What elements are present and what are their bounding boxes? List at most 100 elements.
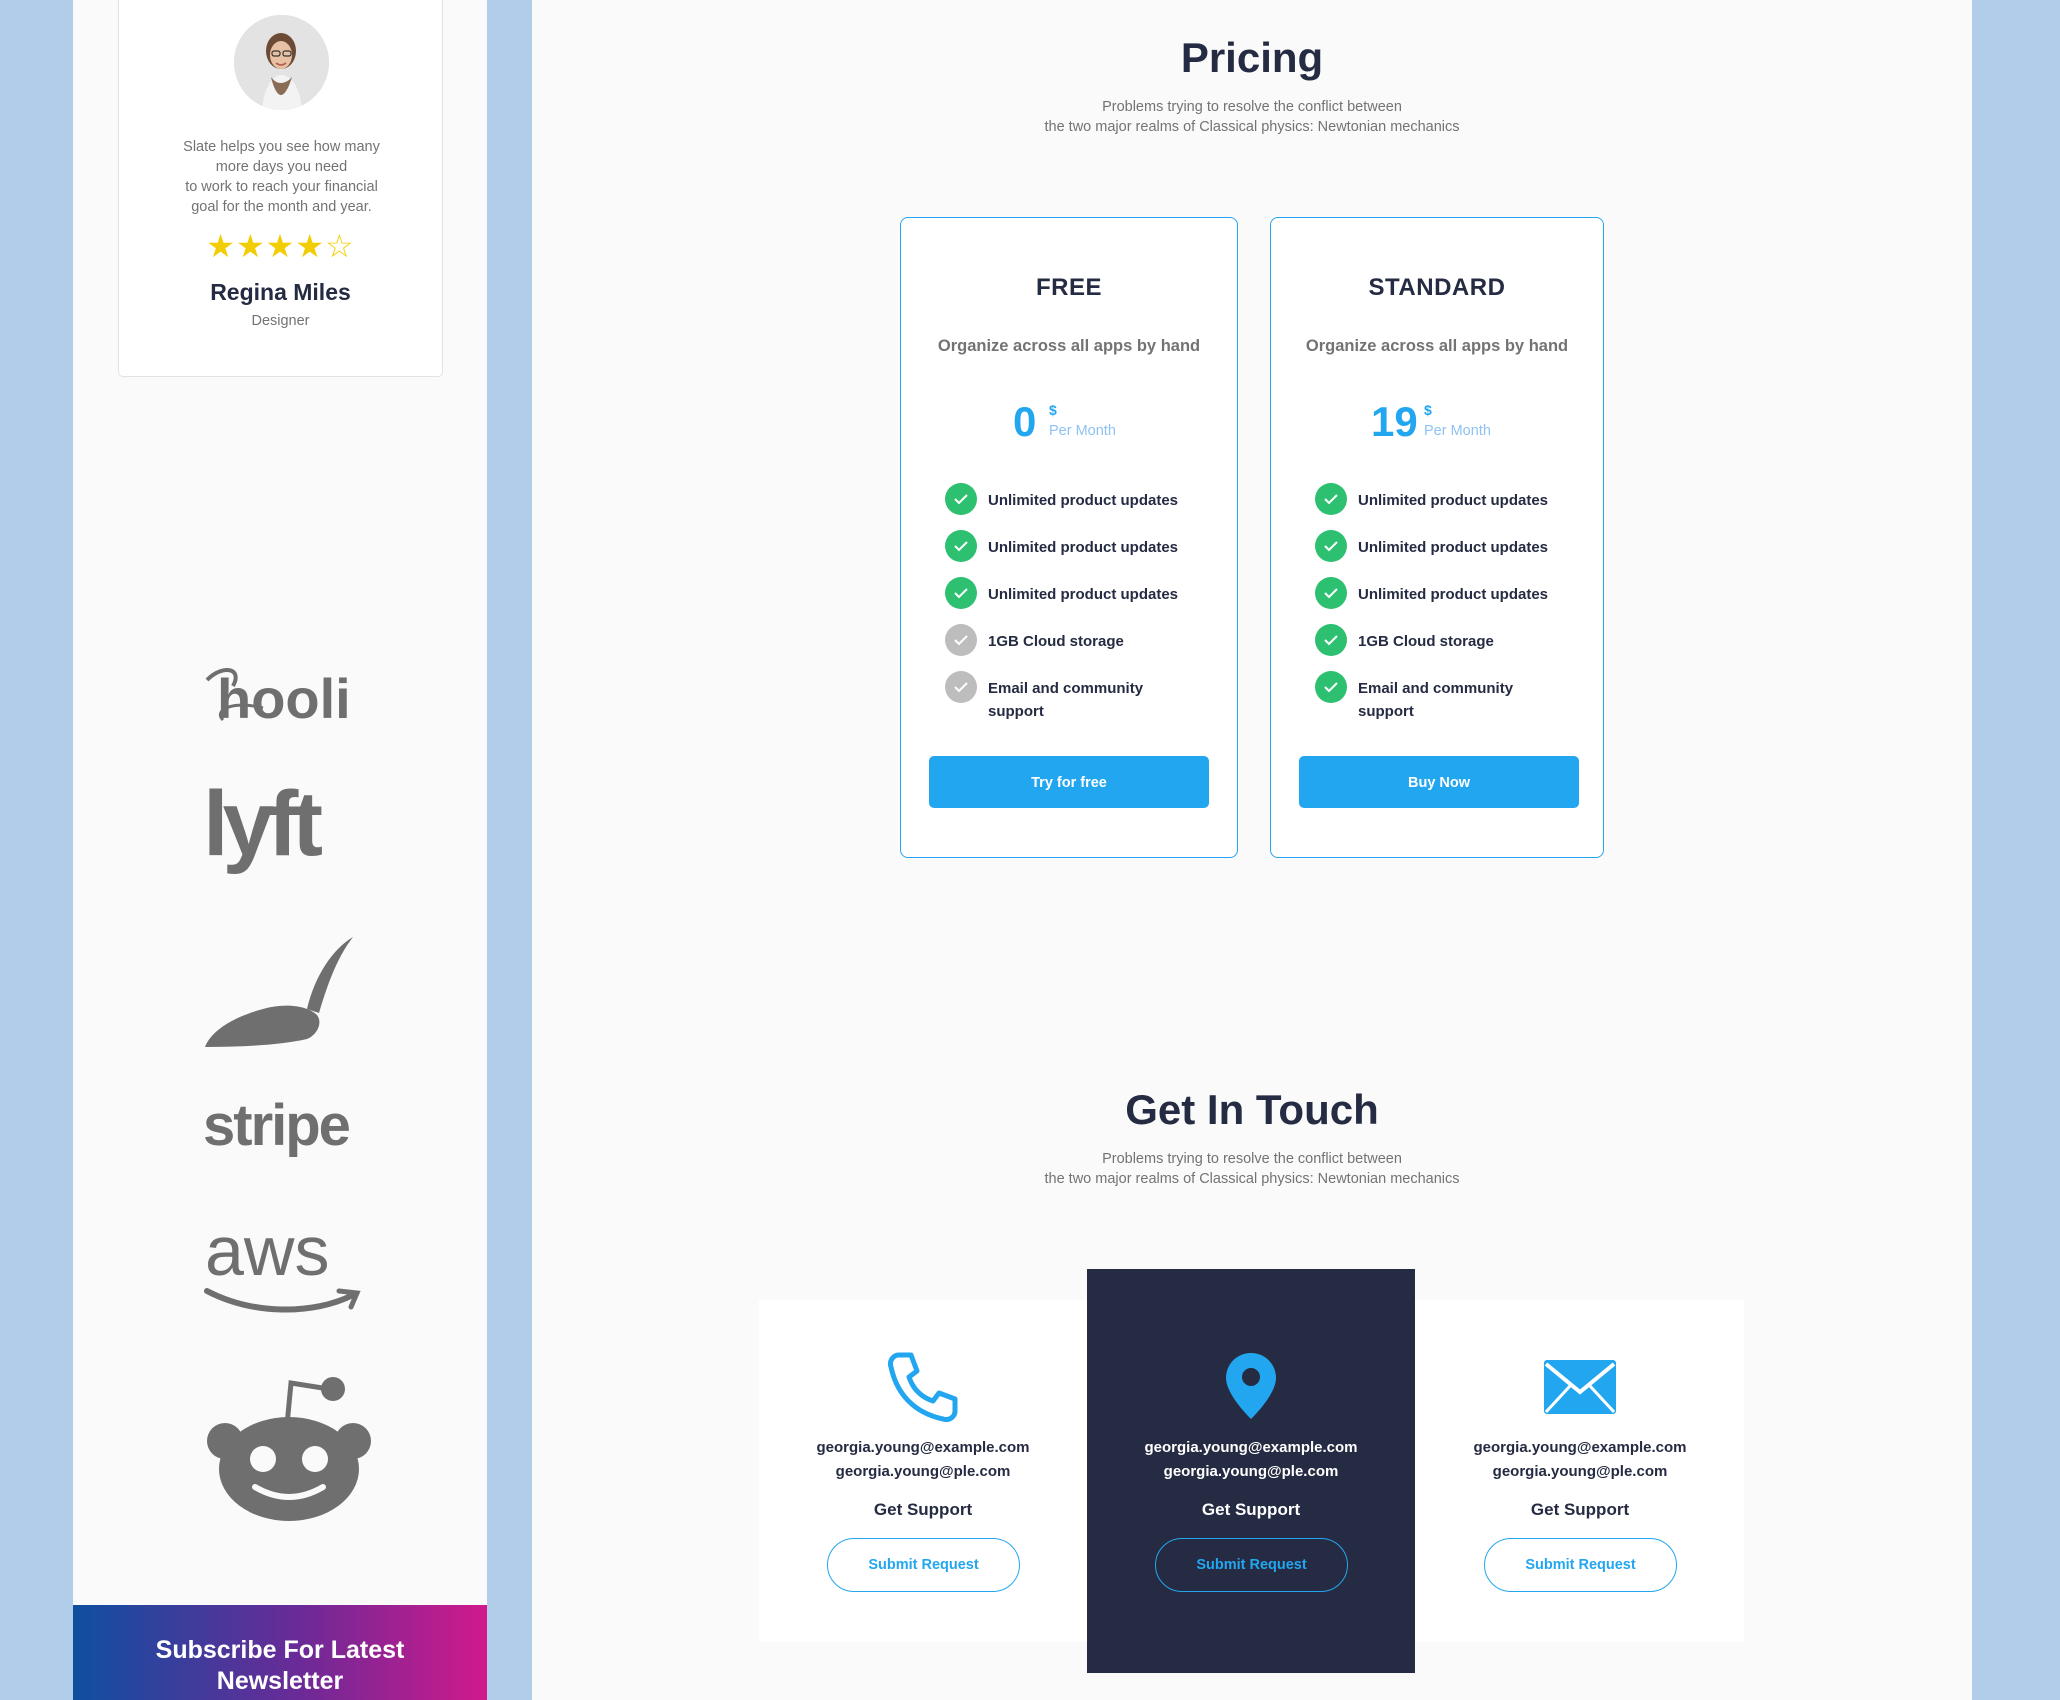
newsletter-title: Subscribe For Latest	[155, 1636, 405, 1664]
newsletter-banner: Subscribe For Latest Newsletter	[73, 1605, 487, 1700]
feature-item: Unlimited product updates	[1315, 483, 1585, 530]
plan-currency: $	[1424, 402, 1432, 418]
feature-list: Unlimited product updates Unlimited prod…	[945, 483, 1215, 731]
check-icon	[1315, 671, 1347, 703]
contact-card-phone: georgia.young@example.com georgia.young@…	[759, 1300, 1087, 1642]
plan-period: Per Month	[1049, 423, 1116, 439]
plan-description: Organize across all apps by hand	[1305, 337, 1569, 355]
star-filled-icon: ★	[295, 228, 326, 264]
submit-request-button[interactable]: Submit Request	[1484, 1538, 1677, 1592]
check-icon	[945, 671, 977, 703]
plan-period: Per Month	[1424, 423, 1491, 439]
feature-item: Email and community support	[1315, 671, 1585, 731]
contact-card-mail: georgia.young@example.com georgia.young@…	[1416, 1300, 1744, 1642]
feature-text: Unlimited product updates	[988, 492, 1179, 509]
check-icon	[945, 530, 977, 562]
contact-email: georgia.young@example.com	[1473, 1439, 1687, 1456]
plan-name: FREE	[1035, 274, 1102, 301]
feature-text: Email and community support	[988, 680, 1144, 720]
card-heading: Get Support	[873, 1500, 973, 1519]
stripe-logo-text: stripe	[203, 1095, 350, 1158]
hooli-logo-text: hooli	[217, 667, 351, 730]
quote-line: goal for the month and year.	[191, 199, 372, 215]
lyft-logo-text: lyft	[203, 775, 322, 875]
check-icon	[1315, 624, 1347, 656]
check-icon	[945, 624, 977, 656]
feature-list: Unlimited product updates Unlimited prod…	[1315, 483, 1585, 731]
aws-logo: aws	[203, 1212, 373, 1315]
feature-item: Unlimited product updates	[945, 483, 1215, 530]
contact-email: georgia.young@example.com	[1144, 1439, 1358, 1456]
contact-card-location: georgia.young@example.com georgia.young@…	[1087, 1269, 1415, 1673]
plan-price: 19	[1371, 398, 1418, 445]
reviewer-name: Regina Miles	[210, 279, 351, 305]
card-heading: Get Support	[1530, 1500, 1630, 1519]
stripe-logo: stripe	[203, 1093, 373, 1165]
feature-text: 1GB Cloud storage	[988, 633, 1124, 650]
contact-email-secondary: georgia.young@ple.com	[1163, 1463, 1339, 1480]
feature-text: Email and community support	[1358, 680, 1514, 720]
plan-description: Organize across all apps by hand	[937, 337, 1201, 355]
contact-email-secondary: georgia.young@ple.com	[835, 1463, 1011, 1480]
try-for-free-button[interactable]: Try for free	[929, 756, 1209, 808]
contact-email-secondary: georgia.young@ple.com	[1492, 1463, 1668, 1480]
location-pin-icon	[1087, 1351, 1415, 1426]
star-rating: ★★★★☆	[119, 229, 442, 263]
newsletter-title-line2: Newsletter	[216, 1667, 344, 1695]
feather-hat-logo	[203, 935, 373, 1050]
contact-subtitle: Problems trying to resolve the conflict …	[532, 1149, 1972, 1189]
plan-name: STANDARD	[1368, 274, 1506, 301]
quote-line: more days you need	[215, 159, 348, 175]
check-icon	[1315, 577, 1347, 609]
aws-logo-text: aws	[205, 1215, 329, 1290]
feature-text: 1GB Cloud storage	[1358, 633, 1494, 650]
pricing-subtitle: Problems trying to resolve the conflict …	[532, 97, 1972, 137]
testimonial-quote: Slate helps you see how many more days y…	[149, 137, 414, 217]
subtitle-line: the two major realms of Classical physic…	[1044, 119, 1460, 135]
check-icon	[1315, 530, 1347, 562]
feature-item: 1GB Cloud storage	[1315, 624, 1585, 671]
contact-email: georgia.young@example.com	[816, 1439, 1030, 1456]
feature-text: Unlimited product updates	[1358, 539, 1549, 556]
lyft-logo: lyft	[203, 773, 373, 875]
submit-request-button[interactable]: Submit Request	[827, 1538, 1020, 1592]
feature-item: Unlimited product updates	[1315, 530, 1585, 577]
subtitle-line: Problems trying to resolve the conflict …	[1102, 1151, 1402, 1167]
pricing-card-free: FREE Organize across all apps by hand 0 …	[900, 217, 1238, 858]
plan-price: 0	[1013, 398, 1037, 445]
contact-title: Get In Touch	[1125, 1086, 1379, 1133]
feature-text: Unlimited product updates	[1358, 492, 1549, 509]
hooli-logo: hooli	[203, 660, 373, 730]
reddit-logo	[203, 1375, 373, 1525]
feature-text: Unlimited product updates	[1358, 586, 1549, 603]
feature-item: Unlimited product updates	[1315, 577, 1585, 624]
subtitle-line: the two major realms of Classical physic…	[1044, 1171, 1460, 1187]
avatar	[234, 15, 329, 110]
subtitle-line: Problems trying to resolve the conflict …	[1102, 99, 1402, 115]
pricing-card-standard: STANDARD Organize across all apps by han…	[1270, 217, 1604, 858]
testimonial-card: Slate helps you see how many more days y…	[118, 0, 443, 377]
feature-text: Unlimited product updates	[988, 539, 1179, 556]
sidebar: Slate helps you see how many more days y…	[73, 0, 487, 1700]
star-filled-icon: ★	[235, 228, 266, 264]
card-heading: Get Support	[1201, 1500, 1301, 1519]
main-content: Pricing Problems trying to resolve the c…	[532, 0, 1972, 1700]
quote-line: to work to reach your financial	[185, 179, 378, 195]
mail-icon	[1416, 1358, 1744, 1421]
quote-line: Slate helps you see how many	[183, 139, 380, 155]
check-icon	[1315, 483, 1347, 515]
feature-item: 1GB Cloud storage	[945, 624, 1215, 671]
plan-currency: $	[1049, 402, 1057, 418]
check-icon	[945, 577, 977, 609]
phone-icon	[759, 1349, 1087, 1430]
star-filled-icon: ★	[265, 228, 296, 264]
buy-now-button[interactable]: Buy Now	[1299, 756, 1579, 808]
feature-item: Unlimited product updates	[945, 577, 1215, 624]
submit-request-button[interactable]: Submit Request	[1155, 1538, 1348, 1592]
check-icon	[945, 483, 977, 515]
feature-text: Unlimited product updates	[988, 586, 1179, 603]
feature-item: Email and community support	[945, 671, 1215, 731]
reviewer-role: Designer	[251, 313, 310, 329]
feature-item: Unlimited product updates	[945, 530, 1215, 577]
star-filled-icon: ★	[206, 228, 236, 264]
